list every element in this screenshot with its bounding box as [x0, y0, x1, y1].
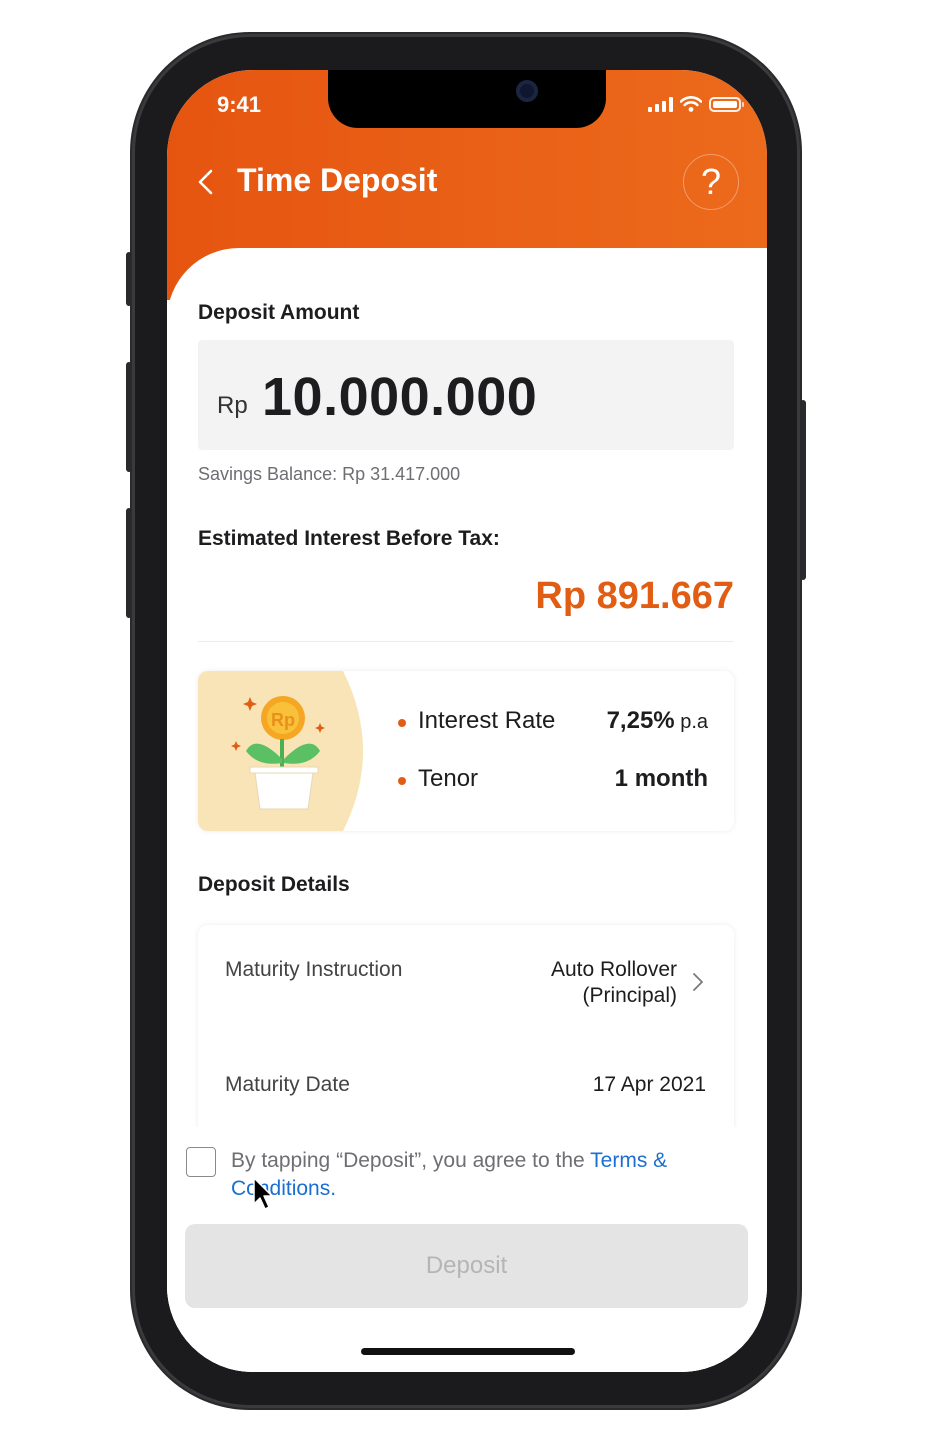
interest-rate-value: 7,25% p.a — [607, 707, 708, 735]
agreement-prefix: By tapping “Deposit”, you agree to the — [231, 1149, 591, 1172]
camera-icon — [516, 80, 538, 102]
interest-value: Rp 891.667 — [535, 575, 734, 617]
help-button[interactable]: ? — [683, 154, 739, 210]
agreement-text: By tapping “Deposit”, you agree to the T… — [231, 1147, 711, 1203]
chevron-right-icon[interactable] — [692, 972, 704, 992]
interest-rate-label: Interest Rate — [418, 707, 556, 734]
mute-switch — [126, 252, 132, 306]
deposit-button[interactable]: Deposit — [185, 1224, 748, 1308]
battery-icon — [709, 96, 744, 112]
power-button — [800, 400, 806, 580]
bullet-dot — [398, 719, 406, 727]
wifi-icon — [680, 96, 702, 112]
interest-label: Estimated Interest Before Tax: — [198, 527, 500, 550]
maturity-instruction-value-line2: (Principal) — [582, 984, 677, 1007]
status-icons — [648, 96, 744, 112]
maturity-date-label: Maturity Date — [225, 1073, 350, 1096]
back-icon[interactable] — [195, 168, 219, 196]
interest-rate-suffix: p.a — [674, 711, 708, 733]
maturity-date-value: 17 Apr 2021 — [592, 1073, 706, 1096]
help-icon: ? — [700, 161, 722, 202]
tenor-label: Tenor — [418, 765, 479, 792]
tenor-row: Tenor 1 month — [398, 765, 708, 795]
tenor-value: 1 month — [614, 765, 708, 792]
agreement-end: . — [330, 1177, 337, 1200]
deposit-amount-value: 10.000.000 — [262, 367, 538, 427]
page-title: Time Deposit — [237, 162, 438, 198]
cursor-icon — [253, 1177, 273, 1210]
volume-down-button — [126, 508, 132, 618]
currency-label: Rp — [217, 392, 248, 419]
coin-text: Rp — [271, 710, 295, 730]
signal-icon — [648, 96, 673, 112]
footer-area: By tapping “Deposit”, you agree to the T… — [167, 1127, 767, 1372]
plant-coin-illustration: Rp — [198, 671, 363, 831]
status-time: 9:41 — [217, 92, 262, 117]
divider — [198, 641, 734, 642]
interest-rate-row: Interest Rate 7,25% p.a — [398, 707, 708, 737]
interest-rate-number: 7,25% — [606, 707, 675, 734]
rate-card: Rp Interest Rate 7,25% p.a Tenor 1 month — [198, 671, 734, 831]
notch — [328, 70, 606, 128]
bullet-dot — [398, 777, 406, 785]
savings-balance: Savings Balance: Rp 31.417.000 — [198, 464, 461, 484]
deposit-amount-input[interactable]: Rp 10.000.000 — [198, 340, 734, 450]
maturity-instruction-label: Maturity Instruction — [225, 958, 403, 981]
deposit-amount-label: Deposit Amount — [198, 301, 360, 324]
agree-checkbox[interactable] — [186, 1147, 216, 1177]
maturity-instruction-value-line1: Auto Rollover — [550, 958, 677, 981]
volume-up-button — [126, 362, 132, 472]
home-indicator — [361, 1348, 575, 1355]
deposit-details-title: Deposit Details — [198, 873, 350, 896]
maturity-instruction-value: Auto Rollover (Principal) — [551, 957, 677, 1009]
